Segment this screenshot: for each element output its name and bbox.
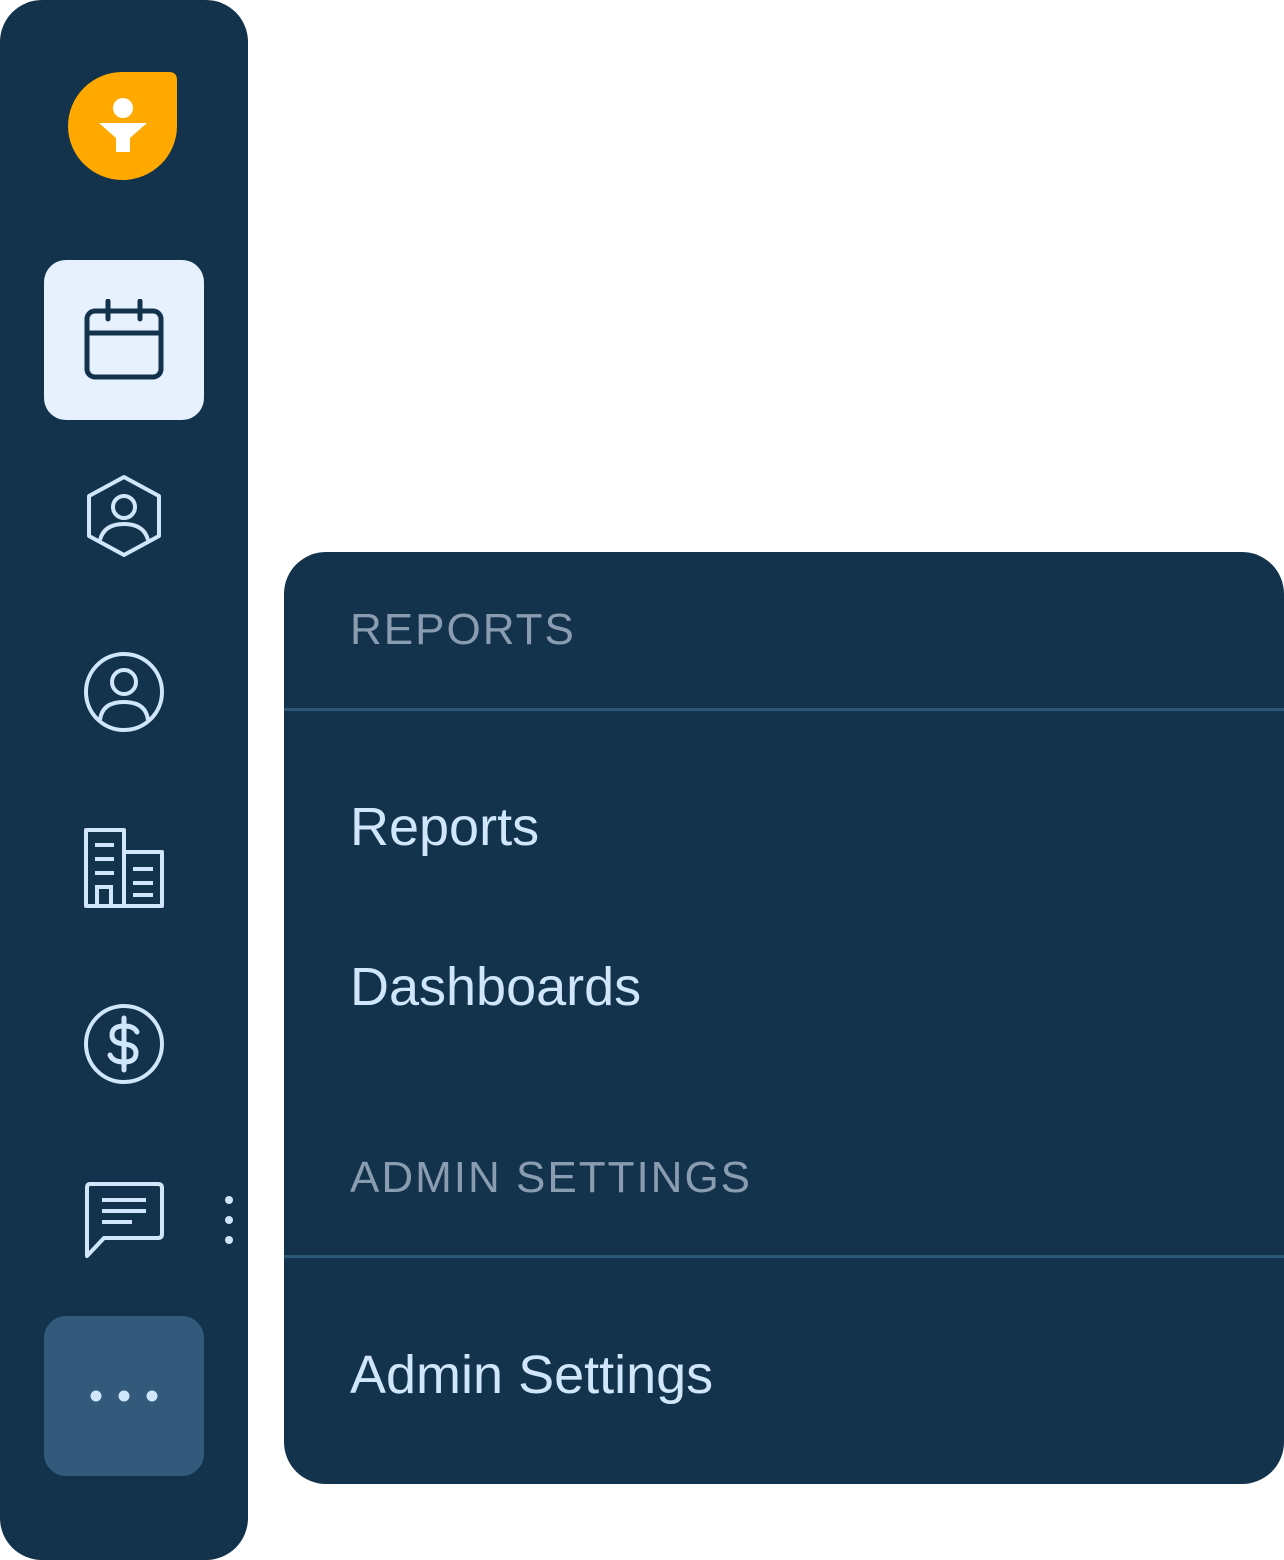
menu-item-reports[interactable]: Reports	[350, 800, 539, 854]
dollar-circle-icon	[84, 1004, 164, 1084]
sidebar-item-contacts[interactable]	[44, 436, 204, 596]
section-header-admin-settings: ADMIN SETTINGS	[350, 1153, 753, 1202]
menu-item-admin-settings[interactable]: Admin Settings	[350, 1348, 713, 1402]
vertical-dots-icon[interactable]	[218, 1192, 240, 1248]
sidebar-item-calendar[interactable]	[44, 260, 204, 420]
sidebar-item-messages[interactable]	[44, 1140, 204, 1300]
user-hexagon-icon	[87, 475, 161, 557]
sidebar	[0, 0, 248, 1560]
sidebar-item-billing[interactable]	[44, 964, 204, 1124]
section-header-reports: REPORTS	[350, 605, 576, 654]
menu-item-dashboards[interactable]: Dashboards	[350, 960, 641, 1014]
more-menu-popover: REPORTS Reports Dashboards ADMIN SETTING…	[284, 552, 1284, 1484]
chat-icon	[85, 1182, 164, 1258]
building-icon	[84, 828, 164, 908]
divider	[284, 1255, 1284, 1258]
sidebar-item-companies[interactable]	[44, 788, 204, 948]
sidebar-item-more[interactable]	[44, 1316, 204, 1476]
divider	[284, 708, 1284, 711]
ellipsis-icon	[90, 1390, 158, 1402]
calendar-icon	[84, 299, 164, 380]
funnel-logo-icon[interactable]	[68, 72, 177, 180]
sidebar-item-profile[interactable]	[44, 612, 204, 772]
user-circle-icon	[84, 652, 164, 732]
